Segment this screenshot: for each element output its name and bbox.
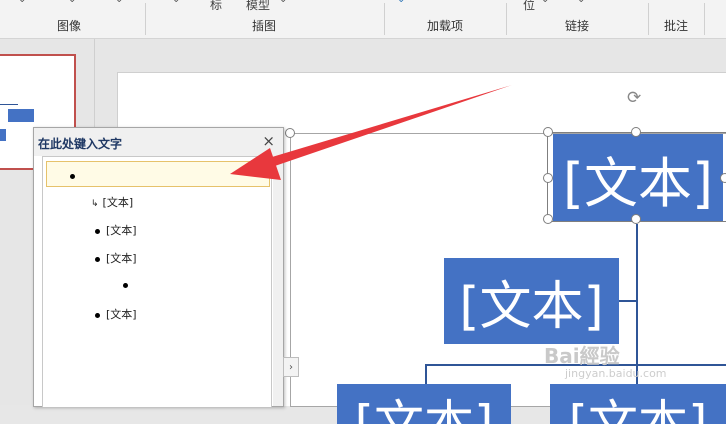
bullet-icon [95,256,100,262]
ribbon-group-image: ⌄ ⌄ ⌄ 图像 [0,0,138,38]
ribbon: ⌄ ⌄ ⌄ 图像 ⌄ 标 模型 ⌄ 插图 ⌄ 加载项 位 ⌄ ⌄ 链接 批注 [0,0,726,39]
group-label-illustrations: 插图 [251,19,276,33]
bullet-icon [70,173,75,179]
chevron-down-icon[interactable]: ⌄ [279,0,287,5]
group-label-links: 链接 [564,19,589,33]
ribbon-group-addins: ⌄ 加载项 [385,0,505,38]
top-box-selection [547,132,726,222]
ribbon-group-illustrations: ⌄ 标 模型 ⌄ 插图 [146,0,382,38]
list-item[interactable]: [文本] [95,222,137,238]
ribbon-fragment-icon-label[interactable]: 标 [210,0,222,13]
watermark-url: jingyan.baidu.com [565,367,667,380]
list-item[interactable]: [文本] [95,306,137,322]
list-item-text: [文本] [106,224,137,237]
ribbon-group-links: 位 ⌄ ⌄ 链接 [507,0,647,38]
text-pane-header: 在此处键入文字 × [34,128,283,156]
list-item-text: [文本] [102,196,134,209]
group-label-comments: 批注 [663,19,688,33]
ribbon-fragment-position-label[interactable]: 位 [523,0,535,13]
bullet-icon [95,228,100,234]
resize-handle[interactable] [720,173,726,183]
chevron-down-icon[interactable]: ⌄ [68,0,76,5]
smartart-middle-box[interactable]: [文本] [444,258,619,344]
smartart-text-pane: 在此处键入文字 × ↳ [文本] [文本] [文本] [文本] [33,127,284,407]
list-item-selected[interactable] [46,161,270,187]
thumbnail-line [0,104,18,105]
smartart-bottom-left-box[interactable]: [文本] [337,384,511,424]
list-item-text: [文本] [106,308,137,321]
resize-handle[interactable] [631,214,641,224]
group-label-addins: 加载项 [426,19,463,33]
ribbon-fragment-model-label[interactable]: 模型 [246,0,270,13]
text-pane-list[interactable]: ↳ [文本] [文本] [文本] [文本] [42,156,272,407]
smartart-bottom-right-box[interactable]: [文本] [550,384,726,424]
thumbnail-shape [0,129,6,141]
bullet-icon [123,282,128,288]
group-label-image: 图像 [56,19,81,33]
bullet-icon [95,312,100,318]
rotate-handle-icon[interactable]: ⟳ [627,88,641,108]
divider [704,3,705,35]
chevron-down-icon[interactable]: ⌄ [172,0,180,5]
chevron-down-icon[interactable]: ⌄ [577,0,585,5]
close-icon[interactable]: × [262,132,275,150]
ribbon-group-comments: 批注 [649,0,703,38]
resize-handle[interactable] [543,173,553,183]
text-pane-scrollbar[interactable] [273,156,283,406]
list-item[interactable]: [文本] [95,250,137,266]
connector-line [425,364,427,384]
chevron-down-icon[interactable]: ⌄ [18,0,26,5]
resize-handle[interactable] [285,128,295,138]
resize-handle[interactable] [543,127,553,137]
resize-handle[interactable] [543,214,553,224]
connector-line [619,300,637,302]
list-item[interactable] [70,169,81,182]
expand-text-pane-button[interactable]: › [283,357,299,377]
watermark-logo: Bai經验 [544,344,620,368]
resize-handle[interactable] [631,127,641,137]
sub-arrow-icon: ↳ [91,199,99,209]
list-item-text: [文本] [106,252,137,265]
text-pane-title: 在此处键入文字 [38,137,123,151]
chevron-down-icon[interactable]: ⌄ [115,0,123,5]
list-item[interactable] [123,278,134,291]
addin-icon[interactable]: ⌄ [397,0,405,5]
list-item[interactable]: ↳ [文本] [91,194,133,210]
chevron-down-icon[interactable]: ⌄ [541,0,549,5]
thumbnail-shape [8,109,34,122]
